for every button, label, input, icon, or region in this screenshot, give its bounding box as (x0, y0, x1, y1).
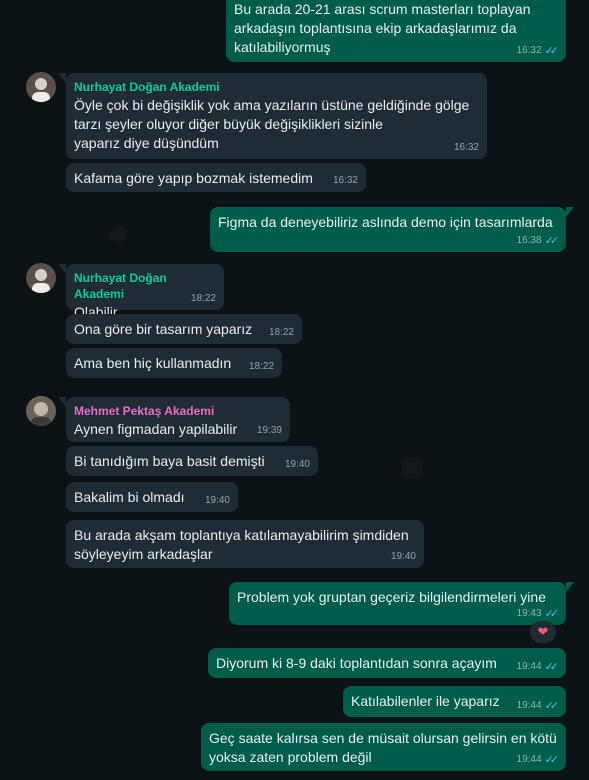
message-bubble[interactable]: Problem yok gruptan geçeriz bilgilendirm… (229, 582, 574, 625)
message-bubble[interactable]: Kafama göre yapıp bozmak istemedim 16:32 (66, 163, 366, 192)
message-text: Kafama göre yapıp bozmak istemedim (74, 170, 313, 186)
sender-name[interactable]: Nurhayat Doğan Akademi (74, 79, 479, 95)
read-receipt-icon: ✓✓ (544, 700, 560, 712)
read-receipt-icon: ✓✓ (544, 235, 560, 247)
read-receipt-icon: ✓✓ (544, 45, 560, 57)
heart-reaction-icon[interactable]: ❤ (530, 621, 556, 643)
message-text: Ona göre bir tasarım yaparız (74, 321, 253, 337)
message-time: 19:40 (204, 495, 230, 506)
message-text: Aynen figmadan yapilabilir (74, 421, 238, 437)
message-text: Bu arada akşam toplantıya katılamayabili… (74, 527, 409, 562)
message-bubble[interactable]: Diyorum ki 8-9 daki toplantıdan sonra aç… (208, 648, 566, 678)
message-time: 19:39 (256, 425, 282, 436)
message-bubble[interactable]: Ama ben hiç kullanmadın 18:22 (66, 348, 282, 378)
message-time: 16:32 (516, 45, 542, 56)
message-text: Ama ben hiç kullanmadın (74, 355, 232, 371)
message-time: 19:40 (390, 551, 416, 562)
message-bubble[interactable]: Ona göre bir tasarım yaparız 18:22 (66, 314, 302, 344)
message-time: 16:32 (332, 175, 358, 186)
message-bubble[interactable]: Nurhayat Doğan Akademi Olabilir 18:22 (58, 264, 224, 320)
read-receipt-icon: ✓✓ (544, 754, 560, 766)
message-bubble[interactable]: Bi tanıdığım baya basit demişti 19:40 (66, 446, 318, 476)
avatar[interactable] (26, 396, 56, 426)
sender-name[interactable]: Mehmet Pektaş Akademi (74, 403, 282, 419)
message-text: Öyle çok bi değişiklik yok ama yazıların… (74, 97, 470, 151)
message-time: 19:40 (284, 459, 310, 470)
message-time: 19:43 (516, 608, 542, 619)
message-time: 18:22 (248, 361, 274, 372)
chat-area: Bu arada 20-21 arası scrum masterları to… (0, 0, 589, 780)
message-time: 19:44 (516, 661, 542, 672)
message-bubble[interactable]: Geç saate kalırsa sen de müsait olursan … (201, 723, 566, 771)
message-bubble[interactable]: Bu arada akşam toplantıya katılamayabili… (66, 520, 424, 568)
avatar[interactable] (26, 72, 56, 102)
message-bubble[interactable]: Bakalim bi olmadı 19:40 (66, 482, 238, 512)
message-text: Diyorum ki 8-9 daki toplantıdan sonra aç… (216, 655, 497, 671)
message-time: 18:22 (268, 327, 294, 338)
message-bubble[interactable]: Bu arada 20-21 arası scrum masterları to… (226, 0, 566, 62)
read-receipt-icon: ✓✓ (544, 608, 560, 620)
message-text: Geç saate kalırsa sen de müsait olursan … (209, 730, 557, 765)
message-time: 18:22 (190, 293, 216, 304)
message-text: Bu arada 20-21 arası scrum masterları to… (234, 1, 531, 55)
message-bubble[interactable]: Figma da deneyebiliriz aslında demo için… (210, 207, 574, 252)
message-bubble[interactable]: Mehmet Pektaş Akademi Aynen figmadan yap… (58, 397, 290, 442)
message-text: Problem yok gruptan geçeriz bilgilendirm… (237, 589, 546, 605)
message-time: 16:38 (516, 235, 542, 246)
avatar[interactable] (26, 263, 56, 293)
message-bubble[interactable]: Katılabilenler ile yaparız 19:44 ✓✓ (343, 686, 566, 717)
read-receipt-icon: ✓✓ (544, 661, 560, 673)
message-text: Figma da deneyebiliriz aslında demo için… (218, 214, 553, 230)
message-text: Bi tanıdığım baya basit demişti (74, 453, 265, 469)
message-bubble[interactable]: Nurhayat Doğan Akademi Öyle çok bi değiş… (58, 73, 487, 159)
message-time: 19:44 (516, 700, 542, 711)
message-time: 16:32 (453, 142, 479, 153)
message-time: 19:44 (516, 754, 542, 765)
